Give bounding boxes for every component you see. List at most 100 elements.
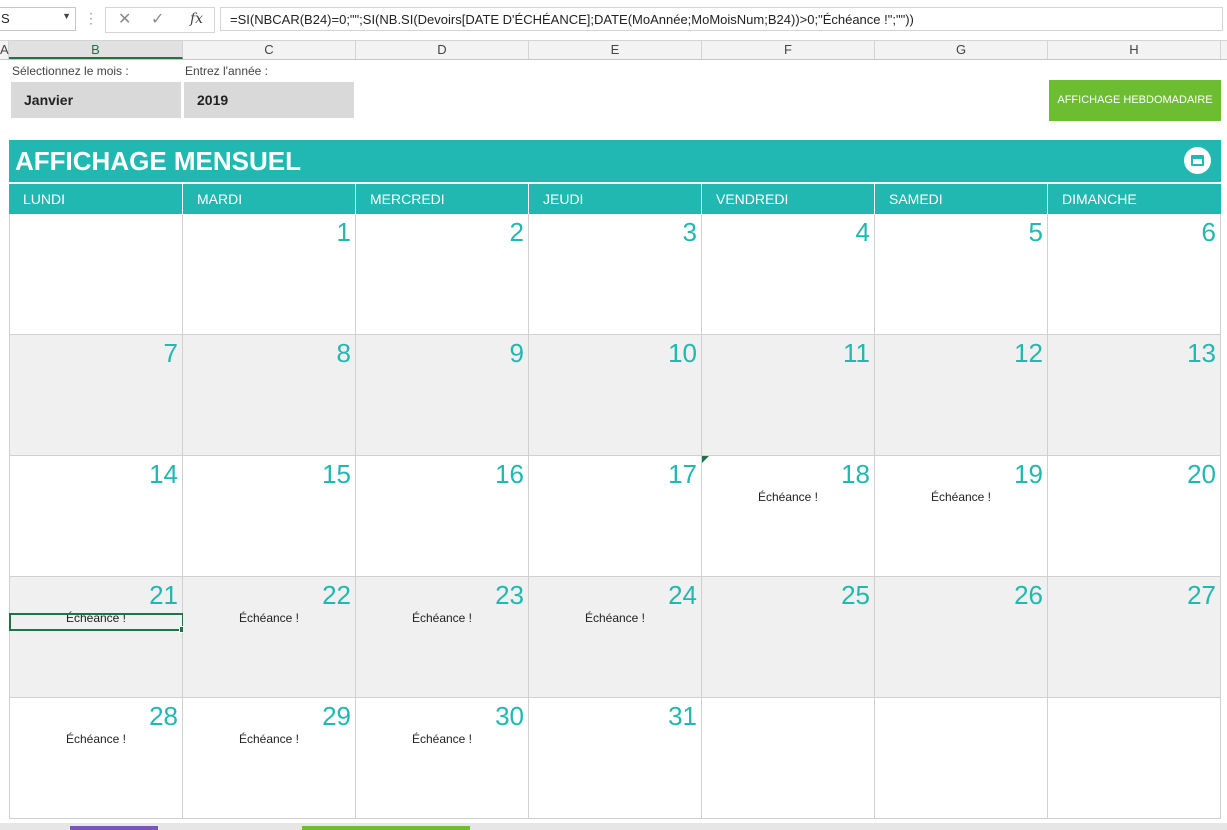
- column-header-b[interactable]: B: [9, 41, 183, 59]
- due-label: Échéance !: [65, 732, 127, 746]
- calendar-day-cell[interactable]: 31: [529, 698, 702, 819]
- drag-handle-icon[interactable]: ⋮: [84, 10, 98, 27]
- calendar-day-cell[interactable]: [702, 698, 875, 819]
- column-header-h[interactable]: H: [1048, 41, 1221, 59]
- calendar-day-cell[interactable]: 20: [1048, 456, 1221, 577]
- calendar-day-cell[interactable]: 27: [1048, 577, 1221, 698]
- due-label: Échéance !: [930, 490, 992, 504]
- day-number: 11: [843, 338, 870, 368]
- comment-indicator-icon: [702, 456, 709, 463]
- day-number: 30: [495, 701, 524, 731]
- calendar-day-cell[interactable]: [875, 698, 1048, 819]
- calendar-day-cell[interactable]: 15: [183, 456, 356, 577]
- page-title: AFFICHAGE MENSUEL: [15, 146, 301, 176]
- day-number: 1: [336, 217, 351, 247]
- weekday-header: VENDREDI: [702, 184, 875, 214]
- calendar-day-cell[interactable]: 14: [9, 456, 183, 577]
- calendar-day-cell[interactable]: [9, 214, 183, 335]
- calendar-day-cell[interactable]: [1048, 698, 1221, 819]
- column-header-f[interactable]: F: [702, 41, 875, 59]
- day-number: 19: [1014, 459, 1043, 489]
- calendar-day-cell[interactable]: 3: [529, 214, 702, 335]
- day-number: 7: [163, 338, 178, 368]
- day-number: 23: [495, 580, 524, 610]
- day-number: 6: [1201, 217, 1216, 247]
- day-number: 25: [841, 580, 870, 610]
- month-select[interactable]: Janvier: [11, 82, 181, 118]
- calendar-day-cell[interactable]: 18 Échéance !: [702, 456, 875, 577]
- day-number: 31: [668, 701, 697, 731]
- day-number: 13: [1187, 338, 1216, 368]
- calendar-day-cell[interactable]: 28 Échéance !: [9, 698, 183, 819]
- sheet-tab-bar: [0, 823, 1227, 830]
- due-label: Échéance !: [411, 611, 473, 625]
- day-number: 28: [149, 701, 178, 731]
- calendar-day-cell[interactable]: 8: [183, 335, 356, 456]
- day-number: 22: [322, 580, 351, 610]
- calendar-day-cell[interactable]: 23 Échéance !: [356, 577, 529, 698]
- day-number: 3: [682, 217, 697, 247]
- calendar-day-cell[interactable]: 25: [702, 577, 875, 698]
- weekday-header-row: LUNDI MARDI MERCREDI JEUDI VENDREDI SAME…: [9, 184, 1221, 214]
- formula-input[interactable]: =SI(NBCAR(B24)=0;"";SI(NB.SI(Devoirs[DAT…: [220, 7, 1223, 31]
- month-label: Sélectionnez le mois :: [12, 64, 129, 78]
- year-input[interactable]: 2019: [184, 82, 354, 118]
- calendar-day-cell[interactable]: 30 Échéance !: [356, 698, 529, 819]
- column-header-e[interactable]: E: [529, 41, 702, 59]
- calendar-day-cell[interactable]: 9: [356, 335, 529, 456]
- year-label: Entrez l'année :: [185, 64, 269, 78]
- day-number: 29: [322, 701, 351, 731]
- cancel-icon[interactable]: ✕: [118, 9, 131, 29]
- column-header-a[interactable]: A: [0, 41, 9, 59]
- weekly-view-button[interactable]: AFFICHAGE HEBDOMADAIRE: [1049, 80, 1221, 121]
- day-number: 12: [1014, 338, 1043, 368]
- column-header-g[interactable]: G: [875, 41, 1048, 59]
- day-number: 20: [1187, 459, 1216, 489]
- day-number: 9: [509, 338, 524, 368]
- calendar-day-cell[interactable]: 13: [1048, 335, 1221, 456]
- calendar-day-cell[interactable]: 17: [529, 456, 702, 577]
- day-number: 21: [149, 580, 178, 610]
- day-number: 14: [149, 459, 178, 489]
- calendar-day-cell[interactable]: 12: [875, 335, 1048, 456]
- calendar-day-cell[interactable]: 11: [702, 335, 875, 456]
- calendar-day-cell[interactable]: 7: [9, 335, 183, 456]
- due-label: Échéance !: [238, 611, 300, 625]
- column-header-d[interactable]: D: [356, 41, 529, 59]
- calendar-day-cell[interactable]: 26: [875, 577, 1048, 698]
- calendar-day-cell[interactable]: 4: [702, 214, 875, 335]
- day-number: 18: [841, 459, 870, 489]
- calendar-day-cell[interactable]: 16: [356, 456, 529, 577]
- day-number: 15: [322, 459, 351, 489]
- calendar-day-cell[interactable]: 5: [875, 214, 1048, 335]
- due-label: Échéance !: [411, 732, 473, 746]
- check-icon[interactable]: ✓: [151, 9, 164, 29]
- day-number: 16: [495, 459, 524, 489]
- column-headers: A B C D E F G H: [0, 41, 1227, 60]
- calendar-day-cell[interactable]: 22 Échéance !: [183, 577, 356, 698]
- calendar-day-cell[interactable]: 6: [1048, 214, 1221, 335]
- day-number: 17: [668, 459, 697, 489]
- chevron-down-icon[interactable]: ▼: [62, 11, 71, 21]
- calendar-day-cell[interactable]: 24 Échéance !: [529, 577, 702, 698]
- calendar-title-bar: AFFICHAGE MENSUEL: [9, 140, 1221, 182]
- day-number: 8: [336, 338, 351, 368]
- calendar-day-cell[interactable]: 29 Échéance !: [183, 698, 356, 819]
- day-number: 24: [668, 580, 697, 610]
- sheet-tab[interactable]: [70, 826, 158, 830]
- sheet-tab[interactable]: [302, 826, 470, 830]
- calendar-day-cell[interactable]: 2: [356, 214, 529, 335]
- insert-function-icon[interactable]: fx: [190, 11, 203, 27]
- column-header-c[interactable]: C: [183, 41, 356, 59]
- weekday-header: MARDI: [183, 184, 356, 214]
- calendar-day-cell[interactable]: 10: [529, 335, 702, 456]
- calendar-icon[interactable]: [1184, 147, 1211, 174]
- calendar-day-cell[interactable]: 1: [183, 214, 356, 335]
- name-box[interactable]: S ▼: [0, 7, 76, 31]
- name-box-value: S: [1, 11, 10, 26]
- calendar-day-cell[interactable]: 19 Échéance !: [875, 456, 1048, 577]
- selected-cell-outline[interactable]: [9, 613, 186, 633]
- formula-bar: S ▼ ⋮ ✕ ✓ fx =SI(NBCAR(B24)=0;"";SI(NB.S…: [0, 0, 1227, 41]
- weekday-header: SAMEDI: [875, 184, 1048, 214]
- calendar-day-cell[interactable]: 21 Échéance !: [9, 577, 186, 698]
